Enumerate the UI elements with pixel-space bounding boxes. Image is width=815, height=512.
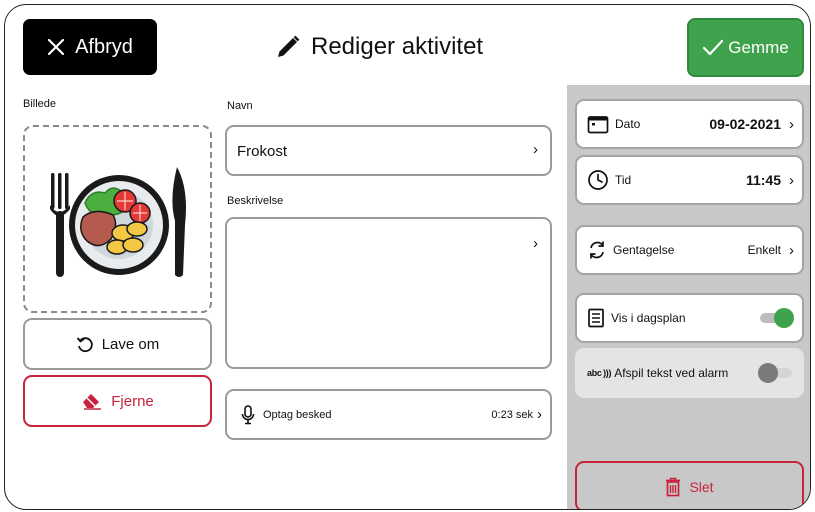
repeat-value: Enkelt xyxy=(747,243,781,257)
description-field[interactable]: › xyxy=(225,217,552,369)
delete-label: Slet xyxy=(689,478,714,495)
chevron-right-icon: › xyxy=(789,171,794,189)
save-label: Gemme xyxy=(728,37,789,57)
checkmark-icon xyxy=(702,39,724,57)
remove-image-label: Fjerne xyxy=(111,392,154,410)
undo-icon xyxy=(76,335,94,353)
speak-text-alarm-toggle[interactable] xyxy=(758,363,794,383)
clock-icon xyxy=(587,169,609,191)
delete-button[interactable]: Slet xyxy=(575,461,804,509)
date-label: Dato xyxy=(615,117,641,131)
app-frame: Afbryd Rediger aktivitet Gemme Billede L… xyxy=(4,4,811,510)
trash-icon xyxy=(665,477,681,497)
date-value: 09-02-2021 xyxy=(709,116,781,132)
text-to-speech-icon: abc ))) xyxy=(587,368,612,378)
name-value: Frokost xyxy=(237,143,288,160)
time-setting[interactable]: Tid 11:45 › xyxy=(575,155,804,205)
record-label: Optag besked xyxy=(263,408,332,421)
repeat-icon xyxy=(587,240,607,260)
image-picker[interactable] xyxy=(23,125,212,313)
chevron-right-icon: › xyxy=(537,406,542,423)
toggle-knob xyxy=(758,363,778,383)
microphone-icon xyxy=(241,404,255,425)
chevron-right-icon: › xyxy=(533,141,538,158)
page-title: Rediger aktivitet xyxy=(311,33,484,60)
show-in-dayplan-toggle[interactable] xyxy=(758,308,794,328)
close-icon xyxy=(47,38,65,56)
pencil-icon xyxy=(275,34,301,60)
repeat-setting[interactable]: Gentagelse Enkelt › xyxy=(575,225,804,275)
save-button[interactable]: Gemme xyxy=(687,18,804,77)
chevron-right-icon: › xyxy=(789,241,794,259)
eraser-icon xyxy=(81,392,103,410)
description-section-label: Beskrivelse xyxy=(227,195,284,207)
cancel-button[interactable]: Afbryd xyxy=(23,19,157,75)
name-section-label: Navn xyxy=(227,100,253,112)
name-field[interactable]: Frokost › xyxy=(225,125,552,176)
time-value: 11:45 xyxy=(745,172,781,188)
settings-panel: Dato 09-02-2021 › Tid 11:45 › Gentagelse… xyxy=(567,85,810,509)
image-section-label: Billede xyxy=(23,98,57,110)
remove-image-button[interactable]: Fjerne xyxy=(23,375,212,427)
redo-image-button[interactable]: Lave om xyxy=(23,318,212,370)
document-list-icon xyxy=(587,308,605,328)
cancel-label: Afbryd xyxy=(75,35,133,58)
meal-plate-icon xyxy=(43,159,193,279)
chevron-right-icon: › xyxy=(789,115,794,133)
chevron-right-icon: › xyxy=(533,235,538,252)
show-in-dayplan-label: Vis i dagsplan xyxy=(611,311,686,325)
title-group: Rediger aktivitet xyxy=(275,27,483,67)
redo-image-label: Lave om xyxy=(101,335,160,353)
speak-text-alarm-label: Afspil tekst ved alarm xyxy=(614,366,729,380)
repeat-label: Gentagelse xyxy=(613,243,675,257)
show-in-dayplan-setting[interactable]: Vis i dagsplan xyxy=(575,293,804,343)
time-label: Tid xyxy=(615,173,632,187)
calendar-icon xyxy=(587,114,609,134)
date-setting[interactable]: Dato 09-02-2021 › xyxy=(575,99,804,149)
toggle-knob xyxy=(774,308,794,328)
speak-text-alarm-setting[interactable]: abc ))) Afspil tekst ved alarm xyxy=(575,348,804,398)
record-message-button[interactable]: Optag besked 0:23 sek › xyxy=(225,389,552,440)
record-duration: 0:23 sek xyxy=(491,408,533,421)
